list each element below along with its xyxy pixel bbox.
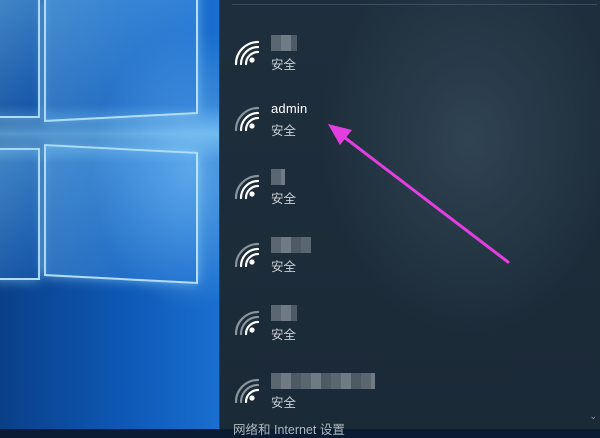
wifi-icon (234, 378, 260, 404)
wallpaper-window-pane (0, 0, 40, 118)
network-name: admin (271, 101, 308, 116)
network-name-redacted (271, 237, 311, 253)
network-item[interactable]: 安全 (230, 305, 430, 358)
network-item[interactable]: 安全 (230, 169, 430, 222)
wifi-icon (234, 174, 260, 200)
wallpaper-window-pane (44, 0, 198, 123)
network-flyout: 安全 admin 安全 安全 安全 安全 安全 网络和 Internet 设置 … (219, 0, 600, 437)
network-name-redacted (271, 305, 297, 321)
network-item-admin[interactable]: admin 安全 (230, 101, 430, 154)
network-security-status: 安全 (271, 191, 297, 206)
wallpaper-window-pane (0, 148, 40, 280)
network-item[interactable]: 安全 (230, 35, 430, 88)
wallpaper-light-beam (0, 105, 220, 163)
network-name-redacted (271, 373, 375, 389)
wallpaper-window-pane (44, 143, 198, 285)
network-security-status: 安全 (271, 57, 297, 72)
network-security-status: 安全 (271, 327, 297, 342)
chevron-down-icon[interactable]: ⌄ (589, 412, 597, 422)
wifi-icon (234, 242, 260, 268)
wifi-icon (234, 106, 260, 132)
network-item[interactable]: 安全 (230, 237, 430, 290)
wifi-icon (234, 310, 260, 336)
network-security-status: 安全 (271, 259, 297, 274)
desktop-wallpaper (0, 0, 220, 429)
network-security-status: 安全 (271, 395, 297, 410)
divider (232, 4, 597, 5)
network-name-redacted (271, 169, 285, 185)
network-security-status: 安全 (271, 123, 297, 138)
network-name-redacted (271, 35, 297, 51)
wifi-icon (234, 40, 260, 66)
